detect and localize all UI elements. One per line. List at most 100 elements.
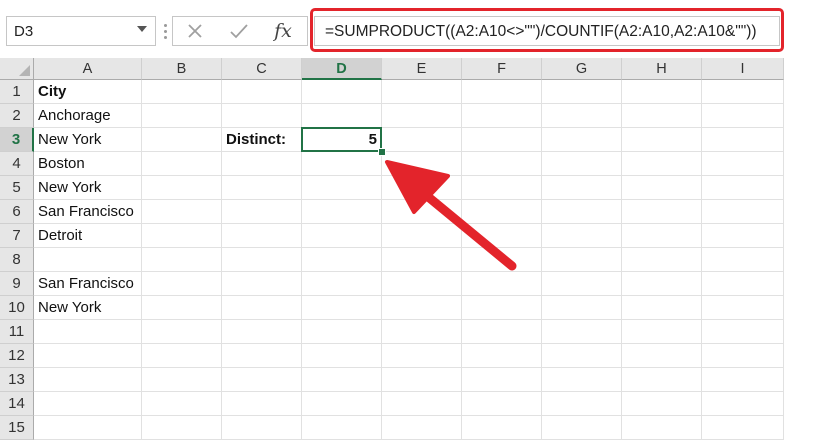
cell-f9[interactable] bbox=[462, 272, 542, 296]
cell-b1[interactable] bbox=[142, 80, 222, 104]
cell-g11[interactable] bbox=[542, 320, 622, 344]
cell-f1[interactable] bbox=[462, 80, 542, 104]
cell-b15[interactable] bbox=[142, 416, 222, 440]
cell-e7[interactable] bbox=[382, 224, 462, 248]
cell-b13[interactable] bbox=[142, 368, 222, 392]
cell-b6[interactable] bbox=[142, 200, 222, 224]
drag-handle-icon[interactable] bbox=[164, 24, 167, 40]
row-header-14[interactable]: 14 bbox=[0, 392, 34, 416]
cell-f5[interactable] bbox=[462, 176, 542, 200]
cell-h12[interactable] bbox=[622, 344, 702, 368]
cell-h15[interactable] bbox=[622, 416, 702, 440]
row-header-12[interactable]: 12 bbox=[0, 344, 34, 368]
cell-c4[interactable] bbox=[222, 152, 302, 176]
cell-e15[interactable] bbox=[382, 416, 462, 440]
cell-a15[interactable] bbox=[34, 416, 142, 440]
chevron-down-icon[interactable] bbox=[137, 26, 147, 32]
cell-f7[interactable] bbox=[462, 224, 542, 248]
cell-d10[interactable] bbox=[302, 296, 382, 320]
cell-h1[interactable] bbox=[622, 80, 702, 104]
cell-a2[interactable]: Anchorage bbox=[34, 104, 142, 128]
cell-c10[interactable] bbox=[222, 296, 302, 320]
cell-d9[interactable] bbox=[302, 272, 382, 296]
row-header-3[interactable]: 3 bbox=[0, 128, 34, 152]
column-header-h[interactable]: H bbox=[622, 58, 702, 80]
cell-h6[interactable] bbox=[622, 200, 702, 224]
cell-e11[interactable] bbox=[382, 320, 462, 344]
cell-h3[interactable] bbox=[622, 128, 702, 152]
row-header-6[interactable]: 6 bbox=[0, 200, 34, 224]
cell-b9[interactable] bbox=[142, 272, 222, 296]
name-box[interactable]: D3 bbox=[6, 16, 156, 46]
cell-i6[interactable] bbox=[702, 200, 784, 224]
cell-e5[interactable] bbox=[382, 176, 462, 200]
cell-e3[interactable] bbox=[382, 128, 462, 152]
cell-d5[interactable] bbox=[302, 176, 382, 200]
row-header-4[interactable]: 4 bbox=[0, 152, 34, 176]
cell-g5[interactable] bbox=[542, 176, 622, 200]
row-header-2[interactable]: 2 bbox=[0, 104, 34, 128]
cell-d7[interactable] bbox=[302, 224, 382, 248]
cell-h14[interactable] bbox=[622, 392, 702, 416]
cell-c2[interactable] bbox=[222, 104, 302, 128]
cell-a3[interactable]: New York bbox=[34, 128, 142, 152]
row-header-11[interactable]: 11 bbox=[0, 320, 34, 344]
cell-c13[interactable] bbox=[222, 368, 302, 392]
cell-e13[interactable] bbox=[382, 368, 462, 392]
cell-e6[interactable] bbox=[382, 200, 462, 224]
cell-g13[interactable] bbox=[542, 368, 622, 392]
cell-i5[interactable] bbox=[702, 176, 784, 200]
cell-b11[interactable] bbox=[142, 320, 222, 344]
cell-d6[interactable] bbox=[302, 200, 382, 224]
cell-f14[interactable] bbox=[462, 392, 542, 416]
row-header-10[interactable]: 10 bbox=[0, 296, 34, 320]
cell-f8[interactable] bbox=[462, 248, 542, 272]
cell-a13[interactable] bbox=[34, 368, 142, 392]
cell-b14[interactable] bbox=[142, 392, 222, 416]
cell-d4[interactable] bbox=[302, 152, 382, 176]
cell-i3[interactable] bbox=[702, 128, 784, 152]
cell-c14[interactable] bbox=[222, 392, 302, 416]
cell-i15[interactable] bbox=[702, 416, 784, 440]
row-header-5[interactable]: 5 bbox=[0, 176, 34, 200]
cell-i12[interactable] bbox=[702, 344, 784, 368]
cell-g8[interactable] bbox=[542, 248, 622, 272]
cell-a5[interactable]: New York bbox=[34, 176, 142, 200]
select-all-corner[interactable] bbox=[0, 58, 34, 80]
cell-h5[interactable] bbox=[622, 176, 702, 200]
cell-b5[interactable] bbox=[142, 176, 222, 200]
fill-handle[interactable] bbox=[378, 148, 386, 156]
cell-b8[interactable] bbox=[142, 248, 222, 272]
cell-a11[interactable] bbox=[34, 320, 142, 344]
cell-e1[interactable] bbox=[382, 80, 462, 104]
cell-d11[interactable] bbox=[302, 320, 382, 344]
cell-h9[interactable] bbox=[622, 272, 702, 296]
cell-c3[interactable]: Distinct: bbox=[222, 128, 302, 152]
cell-c9[interactable] bbox=[222, 272, 302, 296]
cell-g2[interactable] bbox=[542, 104, 622, 128]
column-header-i[interactable]: I bbox=[702, 58, 784, 80]
cell-c7[interactable] bbox=[222, 224, 302, 248]
cell-c15[interactable] bbox=[222, 416, 302, 440]
cell-e4[interactable] bbox=[382, 152, 462, 176]
cell-c1[interactable] bbox=[222, 80, 302, 104]
cell-i10[interactable] bbox=[702, 296, 784, 320]
cell-d1[interactable] bbox=[302, 80, 382, 104]
cell-g6[interactable] bbox=[542, 200, 622, 224]
cell-a8[interactable] bbox=[34, 248, 142, 272]
cell-g1[interactable] bbox=[542, 80, 622, 104]
cell-e10[interactable] bbox=[382, 296, 462, 320]
cell-i1[interactable] bbox=[702, 80, 784, 104]
cell-g14[interactable] bbox=[542, 392, 622, 416]
cell-f3[interactable] bbox=[462, 128, 542, 152]
cell-e14[interactable] bbox=[382, 392, 462, 416]
row-header-1[interactable]: 1 bbox=[0, 80, 34, 104]
cell-e2[interactable] bbox=[382, 104, 462, 128]
cell-g12[interactable] bbox=[542, 344, 622, 368]
cell-c11[interactable] bbox=[222, 320, 302, 344]
cell-e9[interactable] bbox=[382, 272, 462, 296]
cell-d14[interactable] bbox=[302, 392, 382, 416]
cell-i2[interactable] bbox=[702, 104, 784, 128]
cell-c12[interactable] bbox=[222, 344, 302, 368]
column-header-c[interactable]: C bbox=[222, 58, 302, 80]
